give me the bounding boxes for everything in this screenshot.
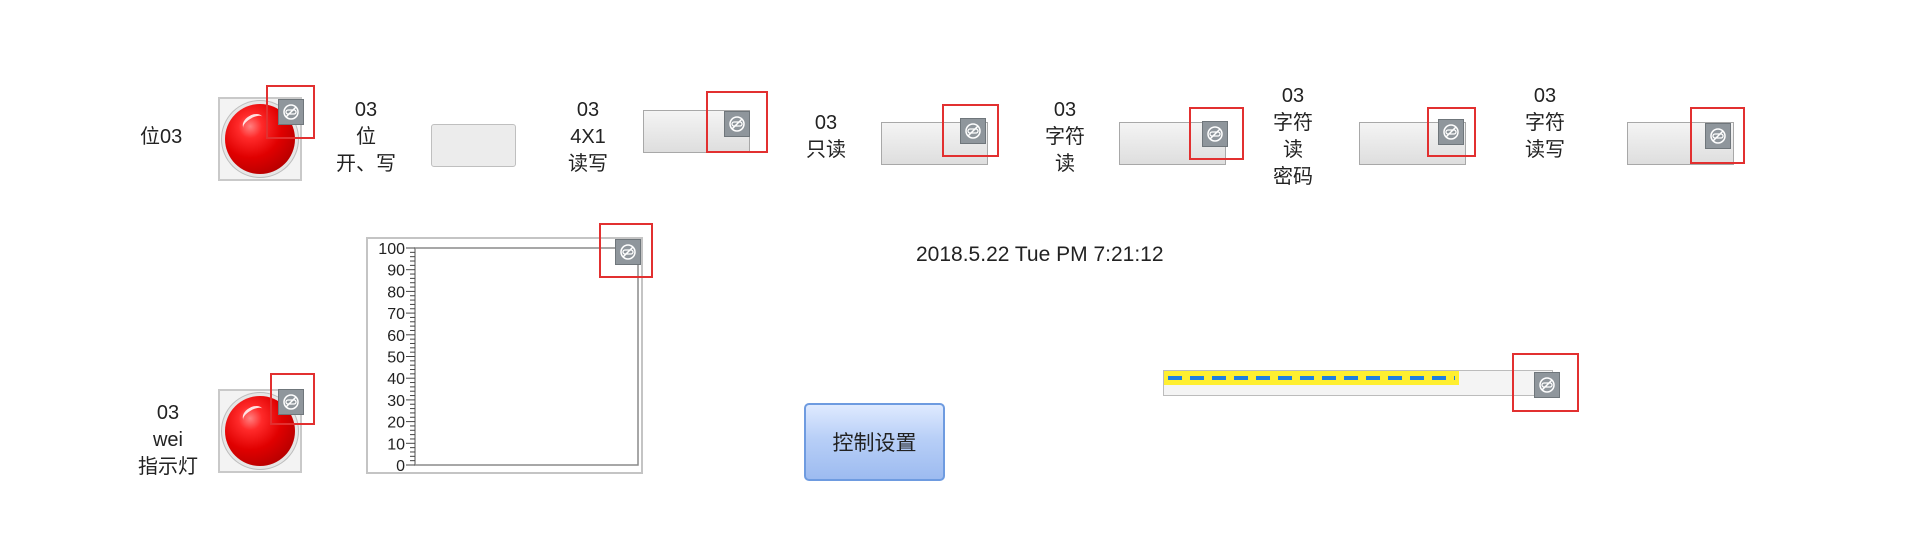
control-icon-frame[interactable] — [1189, 107, 1244, 160]
control-icon-frame[interactable] — [599, 223, 653, 278]
field-string-password-label: 03 字符读密码 — [1273, 85, 1313, 188]
no-link-icon — [1705, 123, 1731, 149]
no-link-icon — [960, 118, 986, 144]
y-tick-label: 80 — [387, 284, 405, 301]
control-icon-frame[interactable] — [1427, 107, 1476, 157]
lamp2-label: 03 wei 指示灯 — [138, 402, 198, 478]
control-icon-frame[interactable] — [942, 104, 999, 157]
no-link-icon — [1202, 121, 1228, 147]
y-tick-label: 30 — [387, 393, 405, 410]
y-tick-label: 10 — [387, 436, 405, 453]
control-icon-frame[interactable] — [1690, 107, 1745, 164]
control-settings-button[interactable]: 控制设置 — [804, 403, 945, 481]
control-icon-frame[interactable] — [1512, 353, 1579, 412]
y-tick-label: 70 — [387, 306, 405, 323]
datetime-display: 2018.5.22 Tue PM 7:21:12 — [916, 243, 1164, 266]
no-link-icon — [1534, 372, 1560, 398]
bit-toggle-switch[interactable] — [431, 124, 516, 167]
y-tick-label: 60 — [387, 328, 405, 345]
progress-bar-pattern — [1168, 376, 1455, 380]
no-link-icon — [278, 389, 304, 415]
field-string-rw-label: 03 字符 读写 — [1525, 85, 1565, 161]
field-4x1-label: 03 4X1 读写 — [568, 99, 608, 175]
progress-bar — [1163, 370, 1553, 396]
no-link-icon — [278, 99, 304, 125]
control-icon-frame[interactable] — [270, 373, 315, 425]
control-icon-frame[interactable] — [266, 85, 315, 139]
lamp-label-bit03: 位03 — [140, 126, 183, 148]
y-tick-label: 20 — [387, 415, 405, 432]
y-tick-label: 90 — [387, 263, 405, 280]
y-tick-label: 50 — [387, 350, 405, 367]
no-link-icon — [1438, 119, 1464, 145]
toggle-label: 03 位开、写 — [336, 99, 396, 175]
field-string-read-label: 03 字符读 — [1045, 99, 1085, 175]
no-link-icon — [615, 239, 641, 265]
y-tick-label: 40 — [387, 371, 405, 388]
y-tick-label: 100 — [378, 241, 405, 258]
control-icon-frame[interactable] — [706, 91, 768, 153]
no-link-icon — [724, 111, 750, 137]
field-readonly-label: 03 只读 — [806, 112, 846, 161]
chart-plot-area — [414, 247, 639, 466]
y-tick-label: 0 — [396, 458, 405, 472]
